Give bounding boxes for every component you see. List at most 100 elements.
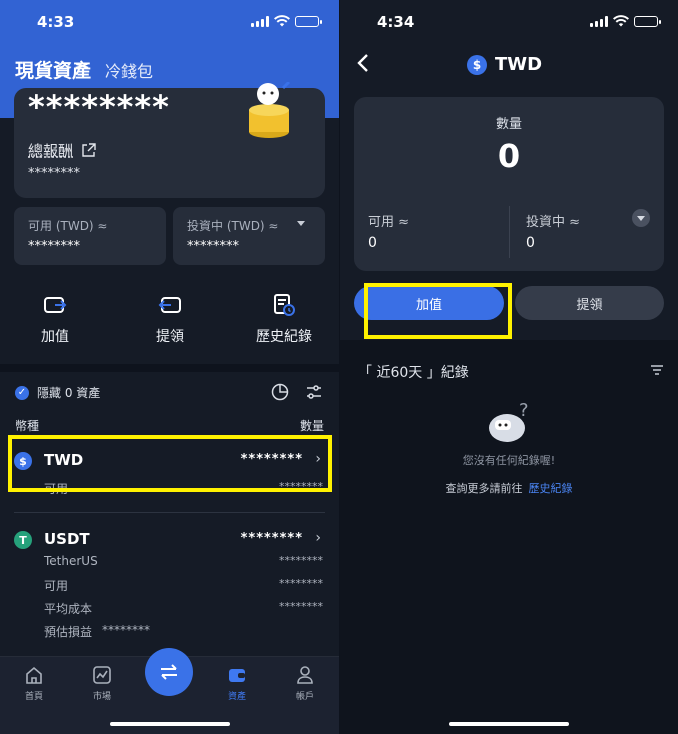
checkbox-checked-icon: ✓ (15, 385, 29, 400)
status-time: 4:34 (377, 13, 415, 31)
usdt-row[interactable]: T USDT ******** › TetherUS ******** 可用 *… (14, 529, 325, 644)
pie-chart-icon[interactable] (271, 383, 289, 401)
quantity-value: 0 (497, 137, 521, 175)
hide-zero-assets-toggle[interactable]: ✓ 隱藏 0 資產 (15, 384, 100, 401)
filter-icon[interactable] (650, 364, 664, 376)
history-link[interactable]: 歷史紀錄 (529, 482, 573, 495)
trade-swap-button[interactable] (145, 648, 193, 696)
status-icons (590, 15, 661, 27)
sliders-icon[interactable] (305, 383, 323, 401)
battery-icon (295, 15, 322, 27)
available-twd-value: ******** (28, 239, 80, 254)
cold-wallet-tab[interactable]: 冷錢包 (105, 58, 153, 82)
chart-icon (93, 666, 111, 684)
investing-label: 投資中 ≈ (526, 215, 581, 230)
usdt-available-value: ******** (279, 577, 323, 590)
home-indicator (449, 722, 569, 726)
tab-home-label: 首頁 (24, 692, 43, 702)
total-assets-card: ******** 總報酬 ******** (14, 82, 325, 198)
back-arrow-icon[interactable] (356, 52, 370, 74)
usdt-available-label: 可用 (44, 579, 69, 593)
quick-actions: 加值 提領 歷史紀錄 (0, 292, 339, 352)
usdt-avg-cost-value: ******** (279, 600, 323, 613)
twd-detail-screen: 4:34 $ TWD 數量 0 可用 ≈ 0 投資中 ≈ 0 加值 提領 「 近… (340, 0, 678, 734)
home-indicator (110, 722, 230, 726)
deposit-action[interactable]: 加值 (10, 292, 100, 346)
withdraw-action[interactable]: 提領 (125, 292, 215, 346)
status-time: 4:33 (37, 13, 75, 31)
home-icon (26, 666, 42, 684)
history-action[interactable]: 歷史紀錄 (239, 292, 329, 346)
battery-icon (634, 15, 661, 27)
signal-icon (251, 15, 269, 27)
total-reward-value: ******** (28, 166, 80, 181)
available-value: 0 (368, 235, 377, 251)
withdraw-button[interactable]: 提領 (515, 286, 664, 320)
page-title: $ TWD (467, 54, 542, 75)
tab-account-label: 帳戶 (295, 692, 314, 702)
usdt-coin-icon: T (14, 531, 32, 549)
usdt-avg-cost-label: 平均成本 (44, 602, 93, 616)
tab-market-label: 市場 (92, 692, 111, 702)
records-title: 「 近60天 」紀錄 (358, 365, 469, 381)
page-title: 現貨資產 (15, 60, 92, 82)
coin-stack-illustration (249, 82, 291, 138)
quantity-column-header: 數量 (299, 419, 324, 433)
usdt-pnl-value: ******** (102, 623, 150, 637)
list-tools (271, 383, 323, 401)
signal-icon (590, 15, 608, 27)
swap-arrows-icon (161, 664, 177, 680)
usdt-fullname-value: ******** (279, 554, 323, 567)
more-records-row: 查詢更多請前往 歷史紀錄 (340, 480, 678, 496)
history-label: 歷史紀錄 (256, 329, 312, 345)
investing-value: 0 (526, 235, 535, 251)
highlight-box-twd (8, 435, 332, 492)
user-icon (297, 666, 313, 684)
total-reward-label: 總報酬 (28, 142, 74, 160)
external-link-icon (82, 143, 96, 157)
row-divider (14, 512, 325, 513)
chevron-down-icon[interactable] (297, 221, 305, 226)
tab-account[interactable]: 帳戶 (280, 665, 330, 702)
chevron-down-icon[interactable] (632, 209, 650, 227)
tab-market[interactable]: 市場 (77, 665, 127, 702)
twd-coin-icon: $ (467, 54, 487, 75)
usdt-name: USDT (44, 530, 90, 548)
svg-text:?: ? (519, 400, 529, 421)
wallet-icon (229, 669, 245, 682)
more-records-text: 查詢更多請前往 (445, 482, 523, 495)
tab-assets-label: 資產 (227, 692, 246, 702)
total-reward-link[interactable]: 總報酬 (28, 140, 96, 161)
page-title-text: TWD (495, 54, 543, 75)
tab-assets[interactable]: 資產 (212, 665, 262, 702)
investing-twd-card[interactable]: 投資中 (TWD) ≈ ******** (173, 207, 325, 265)
section-divider (0, 364, 339, 372)
status-icons (251, 15, 322, 27)
withdraw-label: 提領 (156, 329, 184, 345)
coin-column-header: 幣種 (15, 419, 40, 433)
hide-zero-assets-label: 隱藏 0 資產 (37, 386, 101, 400)
available-label: 可用 ≈ (368, 215, 410, 230)
deposit-label: 加值 (41, 329, 69, 345)
available-twd-label: 可用 (TWD) ≈ (28, 219, 108, 233)
available-twd-card: 可用 (TWD) ≈ ******** (14, 207, 166, 265)
usdt-fullname: TetherUS (44, 554, 98, 568)
quantity-label: 數量 (495, 117, 522, 132)
withdraw-icon (158, 297, 181, 313)
tab-home[interactable]: 首頁 (9, 665, 59, 702)
status-bar: 4:33 (0, 0, 339, 44)
empty-records-text: 您沒有任何紀錄喔! (462, 454, 556, 467)
empty-records-illustration: ? (489, 400, 529, 442)
wifi-icon (274, 15, 290, 27)
usdt-amount: ******** (240, 531, 303, 546)
column-divider (509, 206, 510, 258)
chevron-right-icon: › (315, 530, 321, 546)
deposit-icon (44, 297, 67, 313)
investing-twd-label: 投資中 (TWD) ≈ (187, 219, 279, 233)
balance-card: 數量 0 可用 ≈ 0 投資中 ≈ 0 (354, 97, 664, 271)
assets-screen: 4:33 現貨資產 冷錢包 ******** 總報酬 ******** 可用 (… (0, 0, 339, 734)
usdt-pnl-label: 預估損益 (44, 625, 93, 639)
wifi-icon (613, 15, 629, 27)
total-assets-value: ******** (28, 88, 170, 126)
history-icon (274, 294, 295, 316)
